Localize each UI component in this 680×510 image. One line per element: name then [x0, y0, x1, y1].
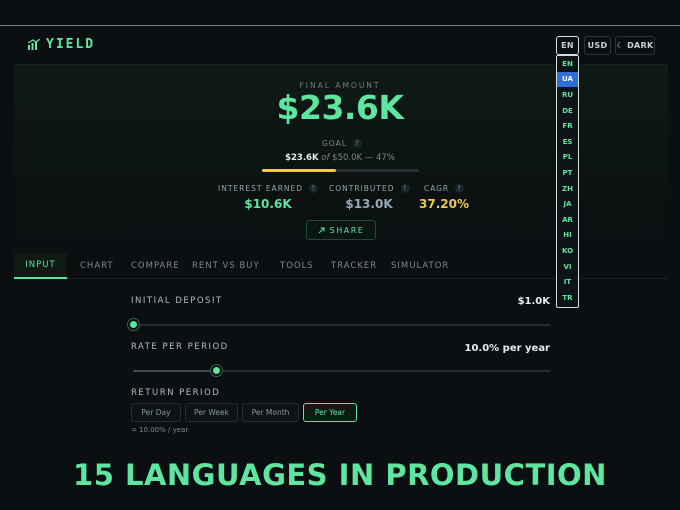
goal-target: $50.0K [332, 153, 363, 163]
period-per-month-button[interactable]: Per Month [242, 403, 299, 422]
goal-label-text: GOAL [322, 139, 347, 148]
language-option-ru[interactable]: RU [557, 87, 578, 103]
tab-simulator[interactable]: SIMULATOR [391, 253, 449, 279]
return-period-label: RETURN PERIOD [131, 388, 221, 398]
tab-rent-vs-buy[interactable]: RENT VS BUY [192, 253, 260, 279]
language-dropdown: EN UA RU DE FR ES PL PT ZH JA AR HI KO V… [556, 55, 579, 308]
share-arrow-icon [318, 227, 325, 233]
rate-slider[interactable] [133, 365, 550, 376]
tab-compare[interactable]: COMPARE [131, 253, 180, 279]
language-option-zh[interactable]: ZH [557, 181, 578, 197]
language-option-it[interactable]: IT [557, 274, 578, 290]
promo-banner: 15 LANGUAGES IN PRODUCTION [73, 458, 607, 492]
language-option-ar[interactable]: AR [557, 212, 578, 228]
stat-contributed: CONTRIBUTED? $13.0K [329, 184, 410, 211]
slider-thumb[interactable] [211, 365, 223, 376]
share-label: SHARE [329, 225, 365, 235]
logo[interactable]: YIELD [28, 37, 95, 52]
language-option-tr[interactable]: TR [557, 290, 578, 306]
tab-chart[interactable]: CHART [80, 253, 114, 279]
stat-cagr: CAGR? 37.20% [419, 184, 469, 211]
language-option-pl[interactable]: PL [557, 150, 578, 166]
goal-progress-bar [262, 169, 419, 172]
theme-toggle-button[interactable]: ☾ DARK [615, 36, 655, 55]
goal-percent: — 47% [364, 153, 395, 163]
language-option-hi[interactable]: HI [557, 228, 578, 244]
period-per-year-button[interactable]: Per Year [303, 403, 357, 422]
help-icon[interactable]: ? [352, 139, 362, 148]
language-option-ja[interactable]: JA [557, 196, 578, 212]
initial-deposit-slider[interactable] [128, 319, 550, 330]
app-name: YIELD [46, 37, 96, 52]
stat-value: $10.6K [244, 197, 292, 211]
language-option-es[interactable]: ES [557, 134, 578, 150]
language-button[interactable]: EN [556, 36, 579, 55]
language-option-en[interactable]: EN [557, 56, 578, 72]
slider-fill [133, 370, 217, 372]
rate-value: 10.0% per year [464, 343, 550, 354]
language-option-de[interactable]: DE [557, 103, 578, 119]
initial-deposit-label: INITIAL DEPOSIT [131, 296, 223, 306]
tab-tracker[interactable]: TRACKER [331, 253, 377, 279]
help-icon[interactable]: ? [400, 184, 410, 193]
initial-deposit-value: $1.0K [517, 296, 550, 307]
tab-input[interactable]: INPUT [14, 253, 67, 279]
language-option-pt[interactable]: PT [557, 165, 578, 181]
rate-label: RATE PER PERIOD [131, 342, 229, 352]
stat-value: $13.0K [345, 197, 393, 211]
language-option-vi[interactable]: VI [557, 259, 578, 275]
language-option-ko[interactable]: KO [557, 243, 578, 259]
language-option-ua[interactable]: UA [557, 71, 578, 88]
period-per-week-button[interactable]: Per Week [185, 403, 238, 422]
stat-label: CONTRIBUTED [329, 184, 395, 193]
top-divider [0, 25, 680, 26]
help-icon[interactable]: ? [455, 184, 465, 193]
stat-label: INTEREST EARNED [218, 184, 304, 193]
goal-label: GOAL? [322, 139, 362, 148]
slider-thumb[interactable] [128, 319, 139, 330]
stat-value: 37.20% [419, 197, 469, 211]
goal-progress-fill [262, 169, 336, 172]
currency-button[interactable]: USD [584, 36, 611, 55]
goal-current: $23.6K [285, 153, 319, 163]
help-icon[interactable]: ? [309, 184, 319, 193]
period-per-day-button[interactable]: Per Day [131, 403, 181, 422]
goal-of: of [321, 153, 330, 163]
tab-tools[interactable]: TOOLS [280, 253, 314, 279]
rate-note: = 10.00% / year [131, 426, 189, 434]
share-button[interactable]: SHARE [306, 220, 376, 240]
stat-interest-earned: INTEREST EARNED? $10.6K [218, 184, 319, 211]
chart-logo-icon [28, 39, 40, 50]
stat-label: CAGR [423, 184, 450, 193]
language-option-fr[interactable]: FR [557, 118, 578, 134]
